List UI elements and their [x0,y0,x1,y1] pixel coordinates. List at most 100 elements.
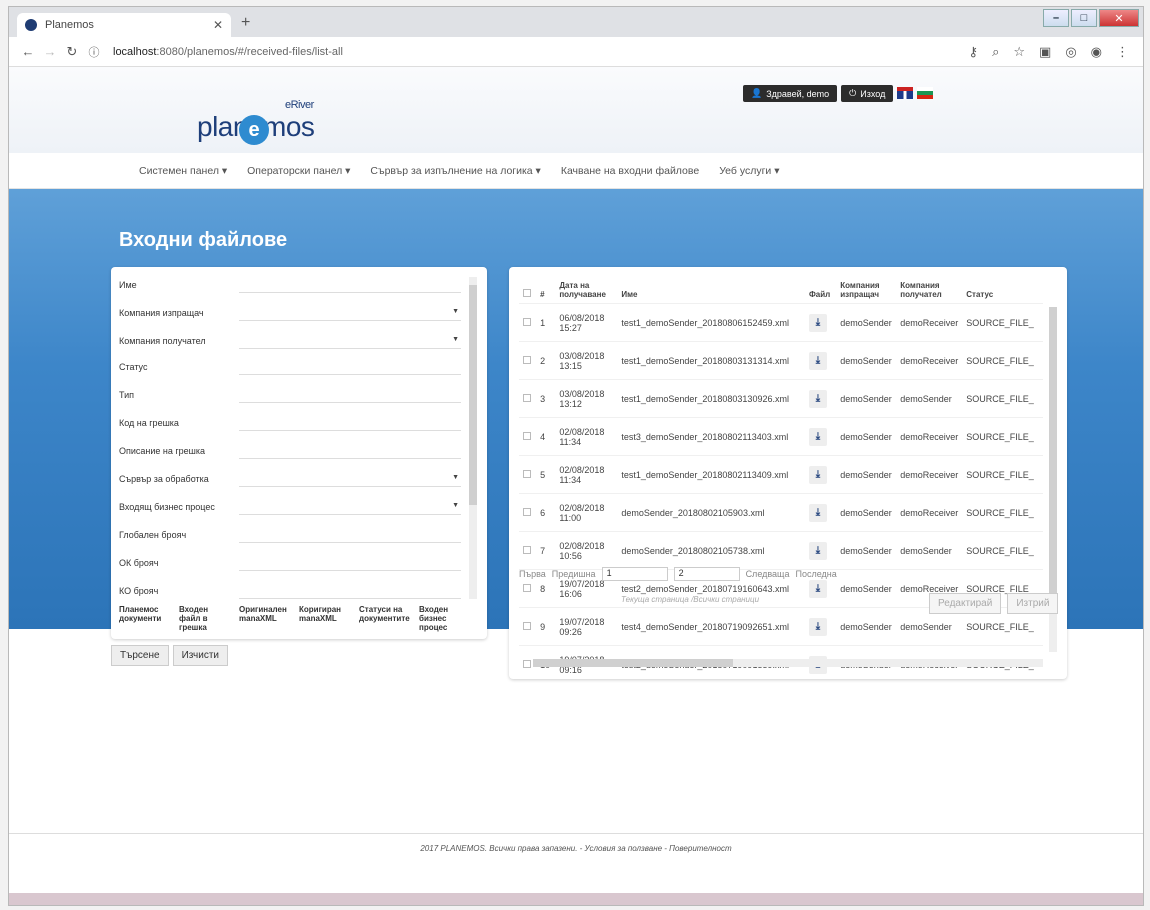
reload-icon[interactable]: ↻ [61,44,83,60]
table-scrollbar-thumb[interactable] [1049,307,1057,597]
prev-page-link[interactable]: Предишна [552,569,596,579]
minimize-icon[interactable]: – [1043,9,1069,27]
menu-item-system-panel[interactable]: Системен панел ▾ [139,165,227,177]
row-file-download: ⤓ [804,607,837,646]
table-horizontal-scrollbar-thumb[interactable] [533,659,733,667]
filter-error-code-input[interactable] [239,415,461,431]
search-button[interactable]: Търсене [111,645,169,666]
power-icon: ⏻ [849,88,857,98]
filter-panel: Име Компания изпращач ▼ Компания получате… [111,267,487,639]
logout-button[interactable]: ⏻ Изход [841,85,894,102]
delete-button[interactable]: Изтрий [1007,593,1059,614]
row-number: 7 [536,531,556,570]
camera-icon[interactable]: ◎ [1065,44,1076,60]
column-header[interactable]: Компания получател [896,277,962,304]
current-page-input[interactable]: 1 [601,567,668,581]
row-checkbox-cell [519,455,537,494]
back-icon[interactable]: ← [17,44,39,59]
table-row[interactable]: 3 03/08/2018 13:12 test1_demoSender_201808… [519,379,1043,418]
filter-sender-select[interactable]: ▼ [239,305,461,321]
filter-scrollbar-thumb[interactable] [469,285,477,505]
row-checkbox[interactable] [523,469,531,478]
select-all-checkbox[interactable] [523,289,531,297]
column-header[interactable]: Дата на получаване [555,277,617,304]
table-row[interactable]: 5 02/08/2018 11:34 test1_demoSender_201808… [519,455,1043,494]
english-flag-icon[interactable] [897,87,914,99]
clear-button[interactable]: Изчисти [172,645,228,666]
menu-item-upload-files[interactable]: Качване на входни файлове [561,165,699,177]
profile-icon[interactable]: ◉ [1091,44,1102,60]
filter-name-input[interactable] [239,277,461,293]
table-horizontal-scrollbar[interactable] [533,659,1043,667]
download-icon[interactable]: ⤓ [808,579,827,598]
filter-ok-counter-input[interactable] [239,555,461,571]
download-icon[interactable]: ⤓ [808,427,827,446]
menu-item-operator-panel[interactable]: Операторски панел ▾ [247,165,350,177]
table-row[interactable]: 6 02/08/2018 11:00 demoSender_201808021059… [519,493,1043,532]
download-icon[interactable]: ⤓ [808,313,827,332]
download-icon[interactable]: ⤓ [808,465,827,484]
filter-row: Сървър за обработка ▼ [119,471,461,487]
extension-icon[interactable]: ▣ [1039,44,1051,60]
edit-button[interactable]: Редактирай [929,593,1002,614]
download-icon[interactable]: ⤓ [808,541,827,560]
table-row[interactable]: 2 03/08/2018 13:15 test1_demoSender_201808… [519,341,1043,380]
close-icon[interactable]: ✕ [213,18,223,32]
key-icon[interactable]: ⚷ [969,44,979,60]
filter-ko-counter-input[interactable] [239,583,461,599]
menu-item-logic-server[interactable]: Сървър за изпълнение на логика ▾ [370,165,540,177]
row-checkbox[interactable] [523,355,531,364]
column-header[interactable]: Име [617,277,805,304]
table-row[interactable]: 4 02/08/2018 11:34 test3_demoSender_201808… [519,417,1043,456]
zoom-icon[interactable]: ⌕ [992,44,999,60]
filter-scrollbar[interactable] [469,277,477,599]
row-date: 03/08/2018 13:12 [555,379,618,418]
user-greeting-button[interactable]: 👤 Здравей, demo [743,85,838,102]
row-date: 19/07/2018 09:26 [555,607,618,646]
row-checkbox[interactable] [523,621,531,630]
menu-icon[interactable]: ⋮ [1116,44,1129,60]
filter-row: ОК брояч [119,555,461,571]
filter-type-input[interactable] [239,387,461,403]
download-icon[interactable]: ⤓ [808,389,827,408]
filter-business-process-select[interactable]: ▼ [239,499,461,515]
table-row[interactable]: 1 06/08/2018 15:27 test1_demoSender_201808… [519,303,1043,342]
next-page-link[interactable]: Следваща [746,569,790,579]
filter-error-description-input[interactable] [239,443,461,459]
download-icon[interactable]: ⤓ [808,617,827,636]
bulgarian-flag-icon[interactable] [917,87,934,99]
column-header[interactable]: # [536,277,555,304]
row-checkbox[interactable] [523,317,531,326]
column-header[interactable]: Компания изпращач [836,277,896,304]
table-row[interactable]: 7 02/08/2018 10:56 demoSender_201808021057… [519,531,1043,570]
new-tab-icon[interactable]: + [241,14,250,32]
row-checkbox[interactable] [523,545,531,554]
row-checkbox[interactable] [523,431,531,440]
row-checkbox[interactable] [523,583,531,592]
row-checkbox[interactable] [523,659,531,668]
column-header[interactable]: Файл [805,277,836,304]
row-checkbox[interactable] [523,507,531,516]
forward-icon[interactable]: → [39,44,61,59]
row-checkbox-cell [519,417,537,456]
row-checkbox[interactable] [523,393,531,402]
maximize-icon[interactable]: □ [1071,9,1097,27]
row-date: 06/08/2018 15:27 [555,303,618,342]
url-field[interactable]: localhost:8080/planemos/#/received-files… [113,46,969,58]
filter-receiver-select[interactable]: ▼ [239,333,461,349]
filter-status-input[interactable] [239,359,461,375]
filter-server-select[interactable]: ▼ [239,471,461,487]
info-icon[interactable]: ⓘ [83,44,105,60]
menu-item-web-services[interactable]: Уеб услуги ▾ [719,165,779,177]
filter-global-counter-input[interactable] [239,527,461,543]
browser-tab[interactable]: Planemos ✕ [17,13,231,37]
download-icon[interactable]: ⤓ [808,351,827,370]
results-panel: # Дата на получаване Име Файл Компания и… [509,267,1067,684]
last-page-link[interactable]: Последна [795,569,836,579]
window-close-icon[interactable]: ✕ [1099,9,1139,27]
star-icon[interactable]: ☆ [1013,44,1025,60]
download-icon[interactable]: ⤓ [808,503,827,522]
column-header[interactable]: Статус [962,277,1043,304]
first-page-link[interactable]: Първа [519,569,546,579]
bottom-scrollbar[interactable] [9,893,1143,905]
